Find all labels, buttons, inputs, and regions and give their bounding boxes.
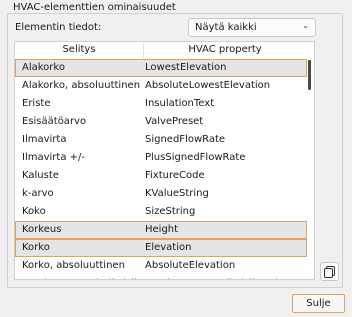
cell-hvac-property: SignedFlowRate	[145, 134, 226, 145]
table-row[interactable]: Korokerengas, halkaisijaKorokerengasHalk…	[15, 275, 307, 279]
table-row[interactable]: Esisäätöarvo ValvePreset	[15, 113, 307, 131]
cell-hvac-property: Height	[145, 224, 179, 235]
close-button[interactable]: Sulje	[292, 294, 345, 313]
table-row[interactable]: k-arvo KValueString	[15, 185, 307, 203]
table-row[interactable]: Kaluste FixtureCode	[15, 167, 307, 185]
filter-selected-value: Näytä kaikki	[195, 22, 257, 33]
table-row[interactable]: Alakorko, absoluuttinen AbsoluteLowestEle…	[15, 77, 307, 95]
table-row[interactable]: Koko SizeString	[15, 203, 307, 221]
cell-hvac-property: PlusSignedFlowRate	[145, 152, 246, 163]
column-header-hvac-property[interactable]: HVAC property	[143, 44, 307, 55]
table-row[interactable]: Ilmavirta SignedFlowRate	[15, 131, 307, 149]
table-row[interactable]: Korko, absoluuttinen AbsoluteElevation	[15, 257, 307, 275]
filter-label: Elementin tiedot:	[15, 22, 102, 33]
cell-selitys: Alakorko	[22, 62, 65, 73]
cell-selitys: Alakorko, absoluuttinen	[22, 80, 141, 91]
cell-selitys: Korko, absoluuttinen	[22, 260, 125, 271]
filter-dropdown[interactable]: Näytä kaikki ⌄	[188, 18, 316, 37]
table-row[interactable]: Korkeus Height	[15, 221, 307, 239]
cell-selitys: Ilmavirta	[22, 134, 67, 145]
cell-selitys: Kaluste	[22, 170, 59, 181]
chevron-down-icon: ⌄	[302, 21, 309, 30]
table-row[interactable]: Eriste InsulationText	[15, 95, 307, 113]
cell-selitys: k-arvo	[22, 188, 54, 199]
cell-selitys: Eriste	[22, 98, 51, 109]
cell-selitys: Ilmavirta +/-	[22, 152, 85, 163]
scrollbar-thumb[interactable]	[308, 60, 311, 90]
copy-button[interactable]	[320, 262, 339, 281]
properties-table[interactable]: Selitys HVAC property Alakorko LowestElev…	[14, 41, 315, 280]
cell-selitys: Korko	[22, 242, 50, 253]
table-header: Selitys HVAC property	[15, 42, 307, 60]
cell-hvac-property: KorokerengasHalkaisijaString	[145, 278, 291, 279]
group-title: HVAC-elementtien ominaisuudet	[11, 2, 178, 13]
cell-hvac-property: LowestElevation	[145, 62, 227, 73]
cell-hvac-property: ValvePreset	[145, 116, 204, 127]
table-row[interactable]: Alakorko LowestElevation	[15, 59, 307, 77]
cell-hvac-property: SizeString	[145, 206, 196, 217]
table-row[interactable]: Ilmavirta +/- PlusSignedFlowRate	[15, 149, 307, 167]
column-header-selitys[interactable]: Selitys	[15, 44, 143, 55]
cell-selitys: Korokerengas, halkaisija	[22, 278, 143, 279]
cell-selitys: Esisäätöarvo	[22, 116, 87, 127]
copy-icon	[324, 266, 335, 278]
cell-hvac-property: InsulationText	[145, 98, 215, 109]
cell-hvac-property: KValueString	[145, 188, 209, 199]
cell-selitys: Korkeus	[22, 224, 62, 235]
cell-selitys: Koko	[22, 206, 46, 217]
cell-hvac-property: Elevation	[145, 242, 192, 253]
cell-hvac-property: AbsoluteLowestElevation	[145, 80, 271, 91]
cell-hvac-property: FixtureCode	[145, 170, 205, 181]
cell-hvac-property: AbsoluteElevation	[145, 260, 236, 271]
table-row[interactable]: Korko Elevation	[15, 239, 307, 257]
